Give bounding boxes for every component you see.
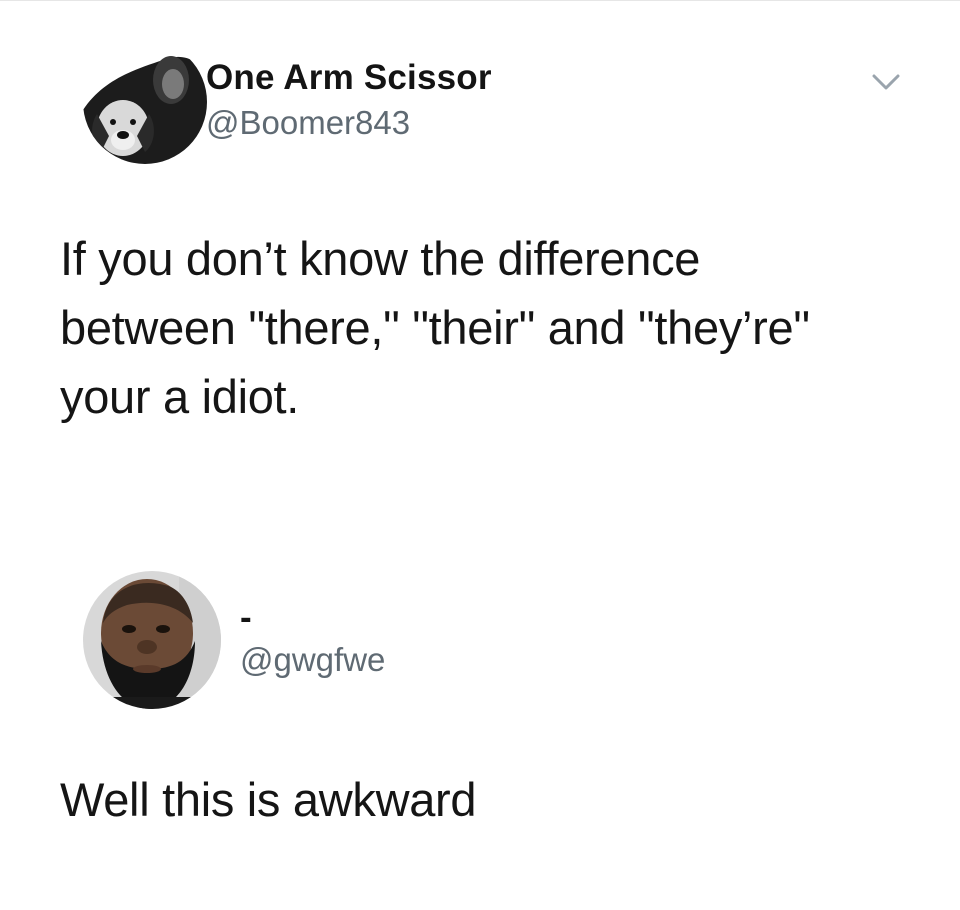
chevron-down-icon[interactable] xyxy=(866,68,906,96)
dog-photo-icon xyxy=(83,40,207,164)
author-avatar[interactable] xyxy=(83,40,207,164)
tweet-text-line: your a idiot. xyxy=(60,370,300,423)
reply-author-display-name[interactable]: - xyxy=(240,598,252,638)
man-photo-icon xyxy=(83,571,221,709)
reply-author-handle[interactable]: @gwgfwe xyxy=(240,641,385,679)
tweet-text: If you don’t know the difference between… xyxy=(60,224,920,431)
author-display-name[interactable]: One Arm Scissor xyxy=(206,58,492,98)
tweet-text-line: If you don’t know the difference xyxy=(60,232,701,285)
tweet-card: One Arm Scissor @Boomer843 If you don’t … xyxy=(0,0,960,470)
tweet-text-line: between "there," "their" and "they’re" xyxy=(60,301,810,354)
reply-author-avatar[interactable] xyxy=(83,571,221,709)
author-handle[interactable]: @Boomer843 xyxy=(206,104,410,142)
reply-text: Well this is awkward xyxy=(60,765,920,834)
reply-text-line: Well this is awkward xyxy=(60,773,477,826)
